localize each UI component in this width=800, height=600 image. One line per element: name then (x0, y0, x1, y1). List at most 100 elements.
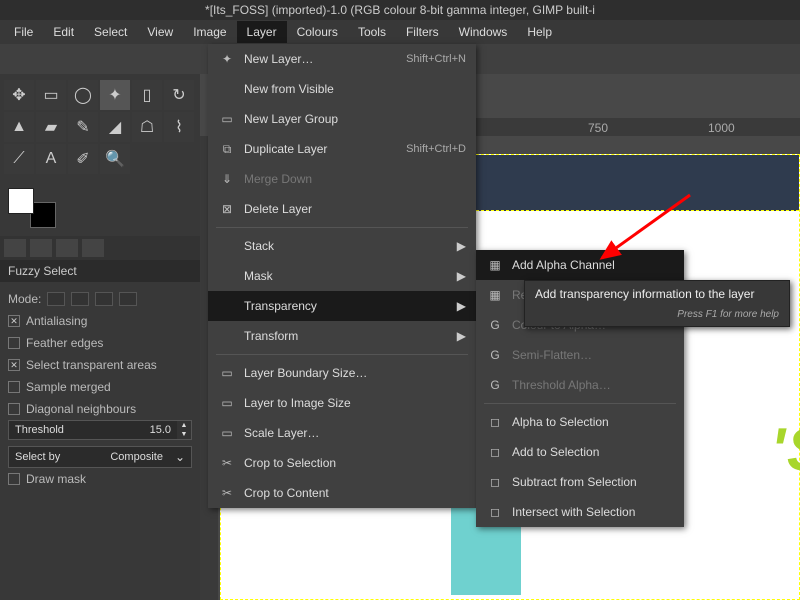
dock-tab-4[interactable] (82, 239, 104, 257)
layer-menu-separator (216, 354, 468, 355)
layer-menu-transparency[interactable]: Transparency▶ (208, 291, 476, 321)
menu-filters[interactable]: Filters (396, 21, 449, 43)
mode-row: Mode: (8, 288, 192, 310)
mode-intersect[interactable] (119, 292, 137, 306)
menu-label: Intersect with Selection (512, 505, 635, 519)
layer-menu-crop-to-selection[interactable]: ✂Crop to Selection (208, 448, 476, 478)
menu-label: Alpha to Selection (512, 415, 609, 429)
layer-menu-transform[interactable]: Transform▶ (208, 321, 476, 351)
layer-menu-delete-layer[interactable]: ⊠Delete Layer (208, 194, 476, 224)
drawmask-row[interactable]: Draw mask (8, 468, 192, 490)
layer-menu-layer-to-image-size[interactable]: ▭Layer to Image Size (208, 388, 476, 418)
antialias-row[interactable]: ✕ Antialiasing (8, 310, 192, 332)
menu-select[interactable]: Select (84, 21, 137, 43)
layer-menu-dropdown: ✦New Layer…Shift+Ctrl+N New from Visible ▭… (208, 44, 476, 508)
menu-shortcut: Shift+Ctrl+N (406, 53, 466, 65)
menu-tools[interactable]: Tools (348, 21, 396, 43)
threshold-down[interactable]: ▼ (177, 430, 191, 439)
bucket-fill-tool[interactable]: ▰ (36, 112, 66, 142)
transparency-menu-alpha-to-selection[interactable]: ◻ Alpha to Selection (476, 407, 684, 437)
transparent-label: Select transparent areas (26, 358, 157, 372)
menubar: FileEditSelectViewImageLayerColoursTools… (0, 20, 800, 44)
layer-menu-layer-boundary-size-[interactable]: ▭Layer Boundary Size… (208, 358, 476, 388)
clone-tool[interactable]: ☖ (132, 112, 162, 142)
threshold-spinner[interactable]: Threshold 15.0 ▲▼ (8, 420, 192, 440)
colorpicker-tool[interactable]: ✐ (68, 144, 98, 174)
threshold-value[interactable]: 15.0 (144, 424, 177, 436)
toolbox: ✥ ▭ ◯ ✦ ▯ ↻ ▲ ▰ ✎ ◢ ☖ ⌇ ⟋ A ✐ 🔍 (0, 74, 200, 180)
menu-icon: ▦ (486, 256, 504, 274)
feather-row[interactable]: Feather edges (8, 332, 192, 354)
transparent-row[interactable]: ✕ Select transparent areas (8, 354, 192, 376)
menu-icon: ◻ (486, 443, 504, 461)
dock-tab-1[interactable] (4, 239, 26, 257)
mode-subtract[interactable] (95, 292, 113, 306)
smudge-tool[interactable]: ⌇ (164, 112, 194, 142)
mode-add[interactable] (71, 292, 89, 306)
menu-icon (218, 327, 236, 345)
menu-edit[interactable]: Edit (43, 21, 84, 43)
layer-menu-new-from-visible[interactable]: New from Visible (208, 74, 476, 104)
transparency-menu-intersect-with-selection[interactable]: ◻Intersect with Selection (476, 497, 684, 527)
sample-merged-row[interactable]: Sample merged (8, 376, 192, 398)
transparency-menu-add-alpha-channel[interactable]: ▦Add Alpha Channel (476, 250, 684, 280)
menu-icon (218, 80, 236, 98)
menu-colours[interactable]: Colours (287, 21, 348, 43)
ruler-tick: 750 (588, 121, 608, 135)
layer-menu-merge-down: ⇓Merge Down (208, 164, 476, 194)
window-title: *[Its_FOSS] (imported)-1.0 (RGB colour 8… (0, 0, 800, 20)
transparency-menu-subtract-from-selection[interactable]: ◻Subtract from Selection (476, 467, 684, 497)
selectby-row[interactable]: Select by Composite ⌄ (8, 446, 192, 468)
fuzzy-select-tool[interactable]: ✦ (100, 80, 130, 110)
menu-icon: ◻ (486, 413, 504, 431)
rect-select-tool[interactable]: ▭ (36, 80, 66, 110)
zoom-tool[interactable]: 🔍 (100, 144, 130, 174)
paintbrush-tool[interactable]: ✎ (68, 112, 98, 142)
threshold-up[interactable]: ▲ (177, 421, 191, 430)
warp-tool[interactable]: ▲ (4, 112, 34, 142)
menu-label: New from Visible (244, 82, 334, 96)
menu-icon: ▭ (218, 424, 236, 442)
menu-icon: ⇓ (218, 170, 236, 188)
layer-menu-stack[interactable]: Stack▶ (208, 231, 476, 261)
antialias-checkbox[interactable]: ✕ (8, 315, 20, 327)
menu-label: Add to Selection (512, 445, 599, 459)
layer-menu-mask[interactable]: Mask▶ (208, 261, 476, 291)
move-tool[interactable]: ✥ (4, 80, 34, 110)
text-tool[interactable]: A (36, 144, 66, 174)
menu-icon (218, 267, 236, 285)
layer-menu-duplicate-layer[interactable]: ⧉Duplicate LayerShift+Ctrl+D (208, 134, 476, 164)
transparency-menu-threshold-alpha-: GThreshold Alpha… (476, 370, 684, 400)
crop-tool[interactable]: ▯ (132, 80, 162, 110)
rotate-tool[interactable]: ↻ (164, 80, 194, 110)
menu-file[interactable]: File (4, 21, 43, 43)
diagonal-row[interactable]: Diagonal neighbours (8, 398, 192, 420)
menu-image[interactable]: Image (183, 21, 236, 43)
layer-menu-scale-layer-[interactable]: ▭Scale Layer… (208, 418, 476, 448)
dock-tab-2[interactable] (30, 239, 52, 257)
menu-icon: ▦ (486, 286, 504, 304)
sample-merged-checkbox[interactable] (8, 381, 20, 393)
fg-color-swatch[interactable] (8, 188, 34, 214)
mode-replace[interactable] (47, 292, 65, 306)
menu-windows[interactable]: Windows (449, 21, 518, 43)
feather-checkbox[interactable] (8, 337, 20, 349)
menu-help[interactable]: Help (517, 21, 562, 43)
layer-menu-new-layer-group[interactable]: ▭New Layer Group (208, 104, 476, 134)
path-tool[interactable]: ⟋ (4, 144, 34, 174)
dock-tab-3[interactable] (56, 239, 78, 257)
menu-icon: ✦ (218, 50, 236, 68)
free-select-tool[interactable]: ◯ (68, 80, 98, 110)
transparent-checkbox[interactable]: ✕ (8, 359, 20, 371)
transparency-menu-add-to-selection[interactable]: ◻ Add to Selection (476, 437, 684, 467)
transparency-menu-separator (484, 403, 676, 404)
menu-layer[interactable]: Layer (237, 21, 287, 43)
layer-menu-new-layer-[interactable]: ✦New Layer…Shift+Ctrl+N (208, 44, 476, 74)
layer-menu-crop-to-content[interactable]: ✂Crop to Content (208, 478, 476, 508)
eraser-tool[interactable]: ◢ (100, 112, 130, 142)
submenu-arrow-icon: ▶ (457, 329, 466, 343)
drawmask-checkbox[interactable] (8, 473, 20, 485)
color-swatches[interactable] (8, 188, 56, 228)
diagonal-checkbox[interactable] (8, 403, 20, 415)
menu-view[interactable]: View (137, 21, 183, 43)
